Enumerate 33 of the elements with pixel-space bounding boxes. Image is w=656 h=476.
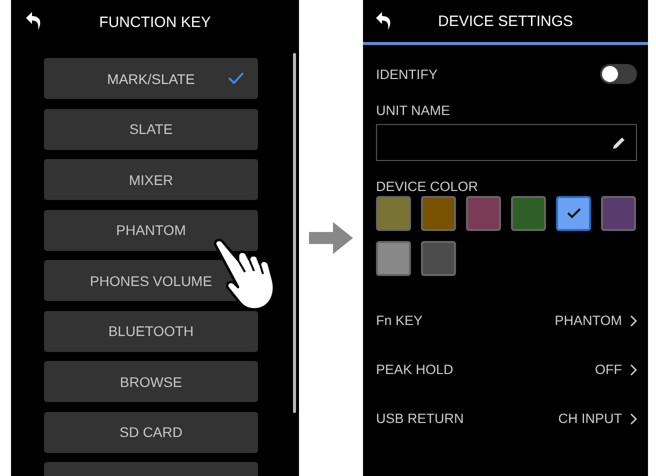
check-icon <box>566 208 580 219</box>
setting-row[interactable]: PEAK HOLD OFF <box>376 345 637 394</box>
identify-label: IDENTIFY <box>376 66 438 82</box>
function-option[interactable]: BROWSE <box>44 361 258 402</box>
screen-title: FUNCTION KEY <box>99 14 211 30</box>
color-swatch[interactable] <box>556 196 591 231</box>
color-swatch[interactable] <box>466 196 501 231</box>
chevron-right-icon <box>630 314 637 326</box>
setting-row[interactable]: USB RETURN CH INPUT <box>376 394 637 443</box>
function-option[interactable]: SLATE <box>44 108 258 150</box>
unit-name-label: UNIT NAME <box>376 103 452 118</box>
setting-row[interactable]: Fn KEY PHANTOM <box>376 296 637 345</box>
color-swatch[interactable] <box>421 196 456 231</box>
right-arrow-icon <box>309 222 353 254</box>
color-swatch[interactable] <box>511 196 546 231</box>
pencil-icon[interactable] <box>612 136 626 150</box>
function-option[interactable]: MIXER <box>44 159 258 200</box>
color-swatch[interactable] <box>601 196 636 231</box>
function-option[interactable]: MARK/SLATE <box>44 58 258 99</box>
device-color-label: DEVICE COLOR <box>376 179 480 194</box>
color-swatch[interactable] <box>376 196 411 231</box>
function-option[interactable]: BLUETOOTH <box>44 310 258 352</box>
chevron-right-icon <box>630 412 637 424</box>
chevron-right-icon <box>630 364 637 376</box>
function-option[interactable]: PHANTOM <box>44 210 258 250</box>
identify-toggle[interactable] <box>600 64 637 84</box>
function-option[interactable]: SD CARD <box>44 412 258 452</box>
back-icon[interactable] <box>375 11 393 31</box>
color-swatch[interactable] <box>376 241 411 276</box>
screen-title: DEVICE SETTINGS <box>438 12 574 30</box>
back-icon[interactable] <box>25 11 43 31</box>
unit-name-field[interactable] <box>376 124 637 161</box>
color-swatch[interactable] <box>421 241 456 276</box>
